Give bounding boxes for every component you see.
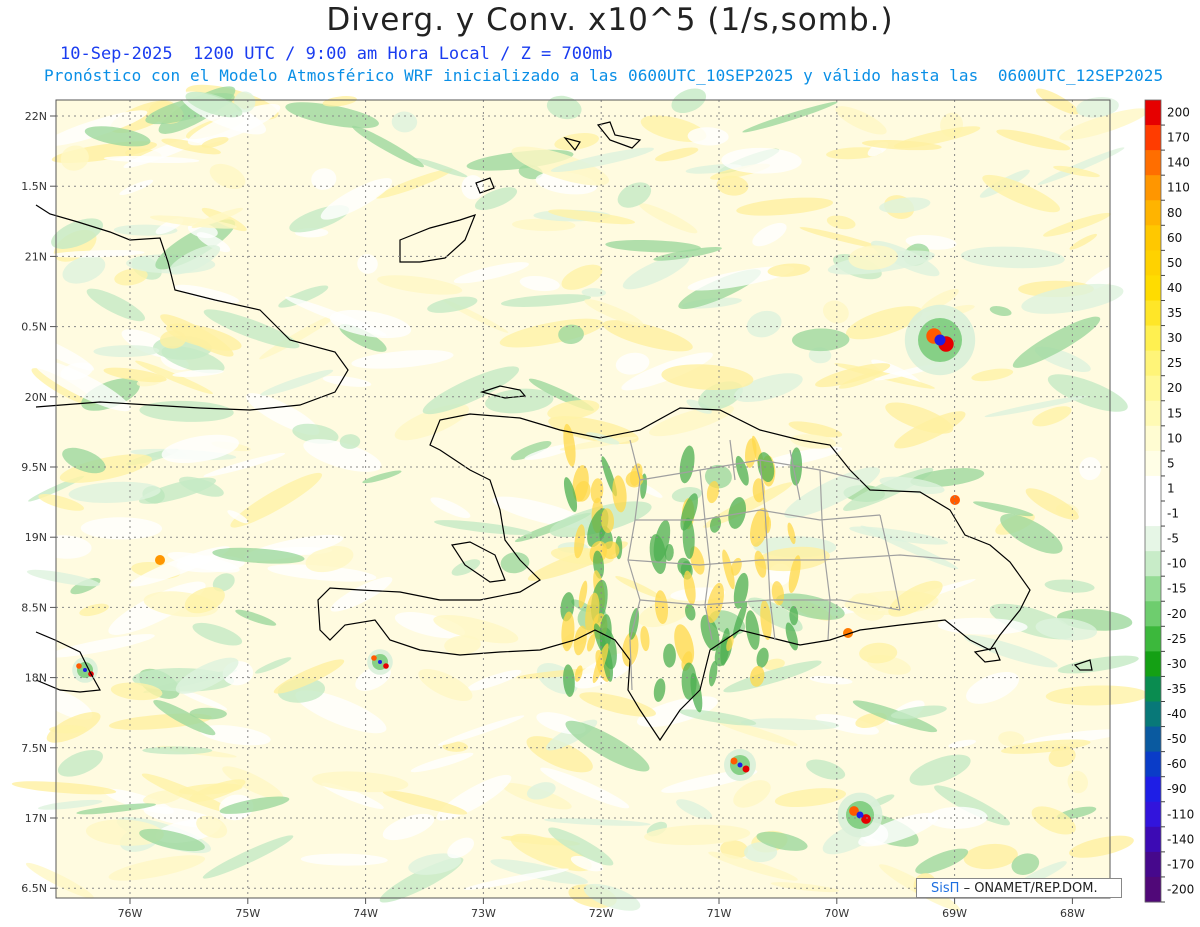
colorbar-swatch	[1145, 350, 1161, 377]
colorbar-label: -30	[1167, 657, 1187, 671]
lon-label: 70W	[824, 907, 849, 920]
colorbar-swatch	[1145, 876, 1161, 903]
colorbar-label: -110	[1167, 807, 1194, 821]
lat-label: 22N	[25, 110, 47, 123]
credit-box: SisΠ – ONAMET/REP.DOM.	[916, 878, 1122, 898]
colorbar-label: 80	[1167, 206, 1182, 220]
colorbar-swatch	[1145, 651, 1161, 677]
lat-label: 9.5N	[21, 461, 47, 474]
colorbar-swatch	[1145, 576, 1161, 602]
colorbar-label: 25	[1167, 356, 1182, 370]
colorbar-label: -5	[1167, 532, 1179, 546]
colorbar-label: -1	[1167, 507, 1179, 521]
lon-label: 74W	[353, 907, 378, 920]
colorbar-label: -200	[1167, 882, 1194, 896]
lat-label: 20N	[25, 391, 47, 404]
colorbar-swatch	[1145, 776, 1161, 803]
colorbar-swatch	[1145, 325, 1161, 352]
lon-label: 75W	[235, 907, 260, 920]
lat-label: 1.5N	[21, 180, 47, 193]
lat-label: 6.5N	[21, 882, 47, 895]
colorbar-label: -15	[1167, 582, 1187, 596]
colorbar-swatch	[1145, 676, 1161, 702]
colorbar-swatch	[1145, 851, 1161, 878]
sispi-logo: SisΠ	[931, 881, 960, 896]
colorbar-label: 40	[1167, 281, 1182, 295]
lat-label: 7.5N	[21, 742, 47, 755]
colorbar-swatch	[1145, 275, 1161, 301]
colorbar-label: -25	[1167, 632, 1187, 646]
lat-label: 21N	[25, 250, 47, 263]
colorbar-label: -40	[1167, 707, 1187, 721]
colorbar-swatch	[1145, 726, 1161, 753]
colorbar-swatch	[1145, 601, 1161, 627]
lon-label: 69W	[942, 907, 967, 920]
colorbar-swatch	[1145, 400, 1161, 427]
lon-label: 68W	[1060, 907, 1085, 920]
colorbar-swatch	[1145, 175, 1161, 201]
colorbar-swatch	[1145, 150, 1161, 176]
colorbar-swatch	[1145, 375, 1161, 402]
colorbar-swatch	[1145, 751, 1161, 778]
colorbar-swatch	[1145, 701, 1161, 728]
colorbar-swatch	[1145, 125, 1161, 151]
colorbar-label: -90	[1167, 782, 1187, 796]
colorbar-label: 15	[1167, 406, 1182, 420]
colorbar-swatch	[1145, 300, 1161, 327]
colorbar-label: -140	[1167, 832, 1194, 846]
colorbar-label: 35	[1167, 306, 1182, 320]
lat-label: 18N	[25, 672, 47, 685]
colorbar-swatch	[1145, 250, 1161, 276]
colorbar-label: 170	[1167, 131, 1190, 145]
colorbar-swatch	[1145, 526, 1161, 552]
colorbar-label: 10	[1167, 431, 1182, 445]
lat-label: 0.5N	[21, 321, 47, 334]
colorbar-swatch	[1145, 100, 1161, 126]
colorbar-swatch	[1145, 225, 1161, 251]
colorbar-label: -170	[1167, 857, 1194, 871]
colorbar-swatch	[1145, 501, 1161, 527]
colorbar-swatch	[1145, 626, 1161, 652]
colorbar-swatch	[1145, 551, 1161, 577]
colorbar-swatch	[1145, 450, 1161, 477]
colorbar-swatch	[1145, 801, 1161, 828]
colorbar-label: -20	[1167, 607, 1187, 621]
credit-text: – ONAMET/REP.DOM.	[963, 881, 1098, 896]
divergence-map: 22N 1.5N 21N 0.5N 20N 9.5N 19N 8.5N 18N 7.5N 17N 6.…	[11, 84, 1194, 920]
lat-label: 8.5N	[21, 601, 47, 614]
colorbar-label: -60	[1167, 757, 1187, 771]
colorbar-label: 5	[1167, 456, 1175, 470]
colorbar-label: 20	[1167, 381, 1182, 395]
colorbar-label: 1	[1167, 481, 1175, 495]
colorbar-label: 30	[1167, 331, 1182, 345]
lon-label: 71W	[707, 907, 732, 920]
colorbar-label: 60	[1167, 231, 1182, 245]
colorbar-label: -50	[1167, 732, 1187, 746]
lon-label: 72W	[589, 907, 614, 920]
lat-label: 19N	[25, 531, 47, 544]
lat-label: 17N	[25, 812, 47, 825]
colorbar-swatch	[1145, 425, 1161, 452]
colorbar: 200 170 140 110 80 60 50 40 35 30 25 20 15 10 5 1 -1 -5 -1…	[1144, 99, 1194, 903]
colorbar-label: 200	[1167, 106, 1190, 120]
colorbar-label: -10	[1167, 557, 1187, 571]
lon-label: 76W	[118, 907, 143, 920]
colorbar-swatch	[1145, 826, 1161, 853]
colorbar-swatch	[1145, 200, 1161, 226]
colorbar-label: 50	[1167, 256, 1182, 270]
colorbar-label: 110	[1167, 181, 1190, 195]
colorbar-label: -35	[1167, 682, 1187, 696]
colorbar-label: 140	[1167, 156, 1190, 170]
lon-label: 73W	[471, 907, 496, 920]
colorbar-swatch	[1145, 475, 1161, 502]
